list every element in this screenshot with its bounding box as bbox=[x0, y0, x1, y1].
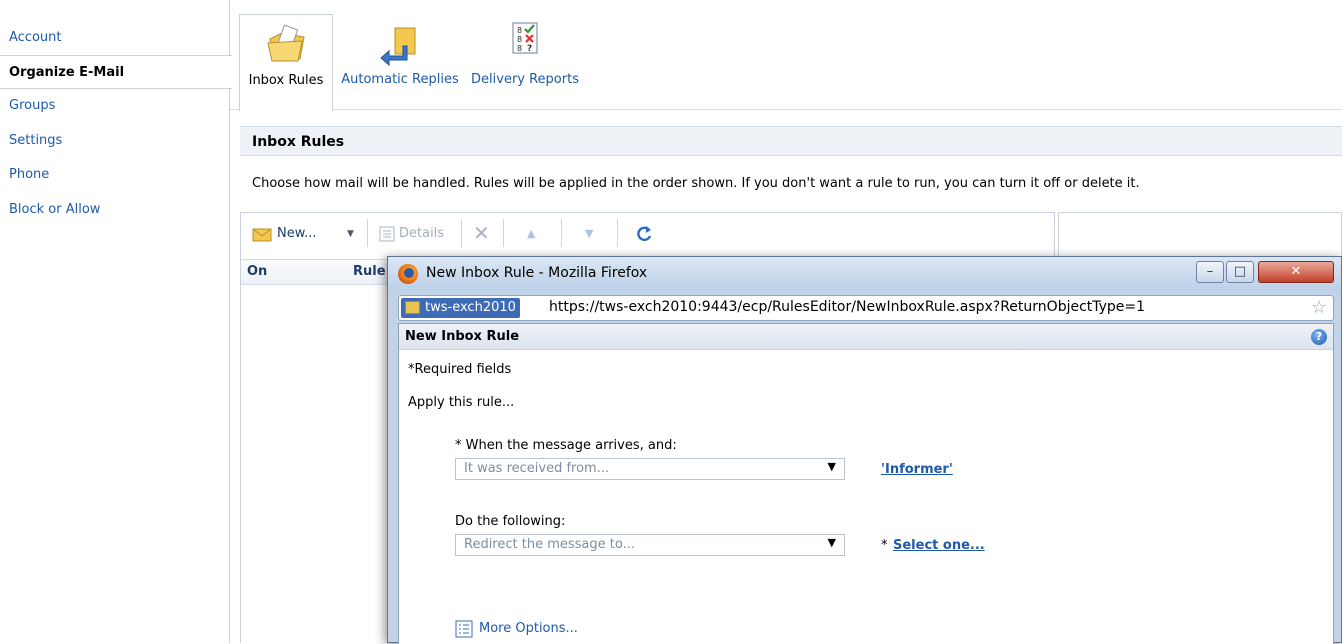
nav-item-phone[interactable]: Phone bbox=[0, 158, 229, 192]
required-fields-note: *Required fields bbox=[408, 362, 512, 377]
firefox-popup-window: New Inbox Rule - Mozilla Firefox – □ ✕ t… bbox=[387, 256, 1342, 644]
folder-rules-icon bbox=[267, 24, 305, 62]
window-title: New Inbox Rule - Mozilla Firefox bbox=[426, 265, 648, 281]
nav-item-settings[interactable]: Settings bbox=[0, 124, 229, 158]
tab-label: Inbox Rules bbox=[248, 73, 324, 88]
feature-tabs: Inbox Rules Automatic Replies 8 8 8 ? De… bbox=[230, 0, 1342, 111]
details-button[interactable]: Details bbox=[379, 223, 451, 245]
tab-label: Delivery Reports bbox=[471, 72, 579, 87]
nav-item-block-or-allow[interactable]: Block or Allow bbox=[0, 193, 229, 227]
site-identity-button[interactable]: tws-exch2010 bbox=[401, 298, 520, 318]
close-button[interactable]: ✕ bbox=[1258, 261, 1334, 283]
more-options-button[interactable]: More Options... bbox=[455, 620, 615, 640]
when-condition-label: * When the message arrives, and: bbox=[455, 438, 677, 453]
select-recipient-link[interactable]: Select one... bbox=[893, 538, 985, 553]
section-description: Choose how mail will be handled. Rules w… bbox=[252, 176, 1140, 191]
action-label: Do the following: bbox=[455, 514, 566, 529]
left-navigation: Account Organize E-Mail Groups Settings … bbox=[0, 0, 232, 643]
details-list-icon bbox=[379, 226, 395, 242]
toolbar-separator bbox=[561, 219, 562, 247]
toolbar-separator bbox=[617, 219, 618, 247]
delivery-report-checklist-icon: 8 8 8 ? bbox=[512, 22, 538, 54]
action-select[interactable]: Redirect the message to... ▼ bbox=[455, 534, 845, 556]
url-text[interactable]: https://tws-exch2010:9443/ecp/RulesEdito… bbox=[549, 299, 1145, 315]
move-down-icon[interactable]: ▼ bbox=[585, 223, 599, 245]
tab-inbox-rules[interactable]: Inbox Rules bbox=[239, 14, 333, 111]
action-select-value: Redirect the message to... bbox=[464, 537, 635, 552]
address-bar[interactable]: tws-exch2010 https://tws-exch2010:9443/e… bbox=[398, 295, 1334, 321]
nav-item-groups[interactable]: Groups bbox=[0, 89, 229, 123]
site-identity-icon bbox=[405, 301, 420, 314]
details-label: Details bbox=[399, 226, 445, 241]
auto-reply-arrow-icon bbox=[380, 27, 416, 66]
dropdown-arrow-icon: ▼ bbox=[827, 460, 836, 473]
toolbar-separator bbox=[461, 219, 462, 247]
rules-toolbar: New... ▼ Details ✕ ▲ ▼ bbox=[241, 213, 1054, 255]
svg-text:8: 8 bbox=[517, 35, 522, 44]
condition-select-value: It was received from... bbox=[464, 461, 610, 476]
section-title: Inbox Rules bbox=[240, 126, 1342, 156]
site-identity-label: tws-exch2010 bbox=[425, 300, 516, 315]
dropdown-arrow-icon: ▼ bbox=[827, 536, 836, 549]
new-rule-button[interactable]: New... ▼ bbox=[251, 223, 361, 245]
tab-automatic-replies[interactable]: Automatic Replies bbox=[341, 14, 459, 98]
column-on[interactable]: On bbox=[247, 264, 267, 279]
tab-label: Automatic Replies bbox=[341, 72, 459, 87]
rule-editor-title: New Inbox Rule bbox=[405, 329, 520, 344]
svg-text:?: ? bbox=[527, 44, 532, 54]
nav-item-organize-email[interactable]: Organize E-Mail bbox=[0, 55, 232, 89]
svg-text:8: 8 bbox=[517, 26, 522, 35]
minimize-button[interactable]: – bbox=[1196, 261, 1224, 283]
refresh-icon bbox=[637, 226, 652, 242]
window-titlebar[interactable]: New Inbox Rule - Mozilla Firefox – □ ✕ bbox=[388, 257, 1341, 291]
more-options-list-icon bbox=[455, 620, 473, 638]
firefox-logo-icon bbox=[398, 264, 418, 284]
svg-text:8: 8 bbox=[517, 44, 522, 53]
nav-item-account[interactable]: Account bbox=[0, 21, 229, 55]
new-envelope-icon bbox=[252, 228, 272, 242]
new-rule-label: New... bbox=[277, 226, 317, 241]
condition-select[interactable]: It was received from... ▼ bbox=[455, 458, 845, 480]
action-required-mark: * bbox=[881, 538, 888, 553]
refresh-button[interactable] bbox=[635, 223, 655, 245]
column-rule[interactable]: Rule bbox=[353, 264, 386, 279]
apply-rule-label: Apply this rule... bbox=[408, 395, 515, 410]
rule-editor-content: New Inbox Rule ? *Required fields Apply … bbox=[398, 323, 1334, 644]
more-options-label: More Options... bbox=[479, 621, 578, 636]
rule-editor-header: New Inbox Rule ? bbox=[399, 324, 1333, 350]
tab-delivery-reports[interactable]: 8 8 8 ? Delivery Reports bbox=[467, 14, 583, 98]
chevron-down-icon[interactable]: ▼ bbox=[347, 223, 354, 245]
help-icon[interactable]: ? bbox=[1311, 329, 1327, 345]
toolbar-separator bbox=[367, 219, 368, 247]
maximize-button[interactable]: □ bbox=[1226, 261, 1254, 283]
move-up-icon[interactable]: ▲ bbox=[527, 223, 541, 245]
condition-value-link[interactable]: 'Informer' bbox=[881, 462, 953, 477]
delete-icon[interactable]: ✕ bbox=[473, 223, 493, 245]
toolbar-separator bbox=[503, 219, 504, 247]
bookmark-star-icon[interactable]: ☆ bbox=[1311, 297, 1327, 319]
